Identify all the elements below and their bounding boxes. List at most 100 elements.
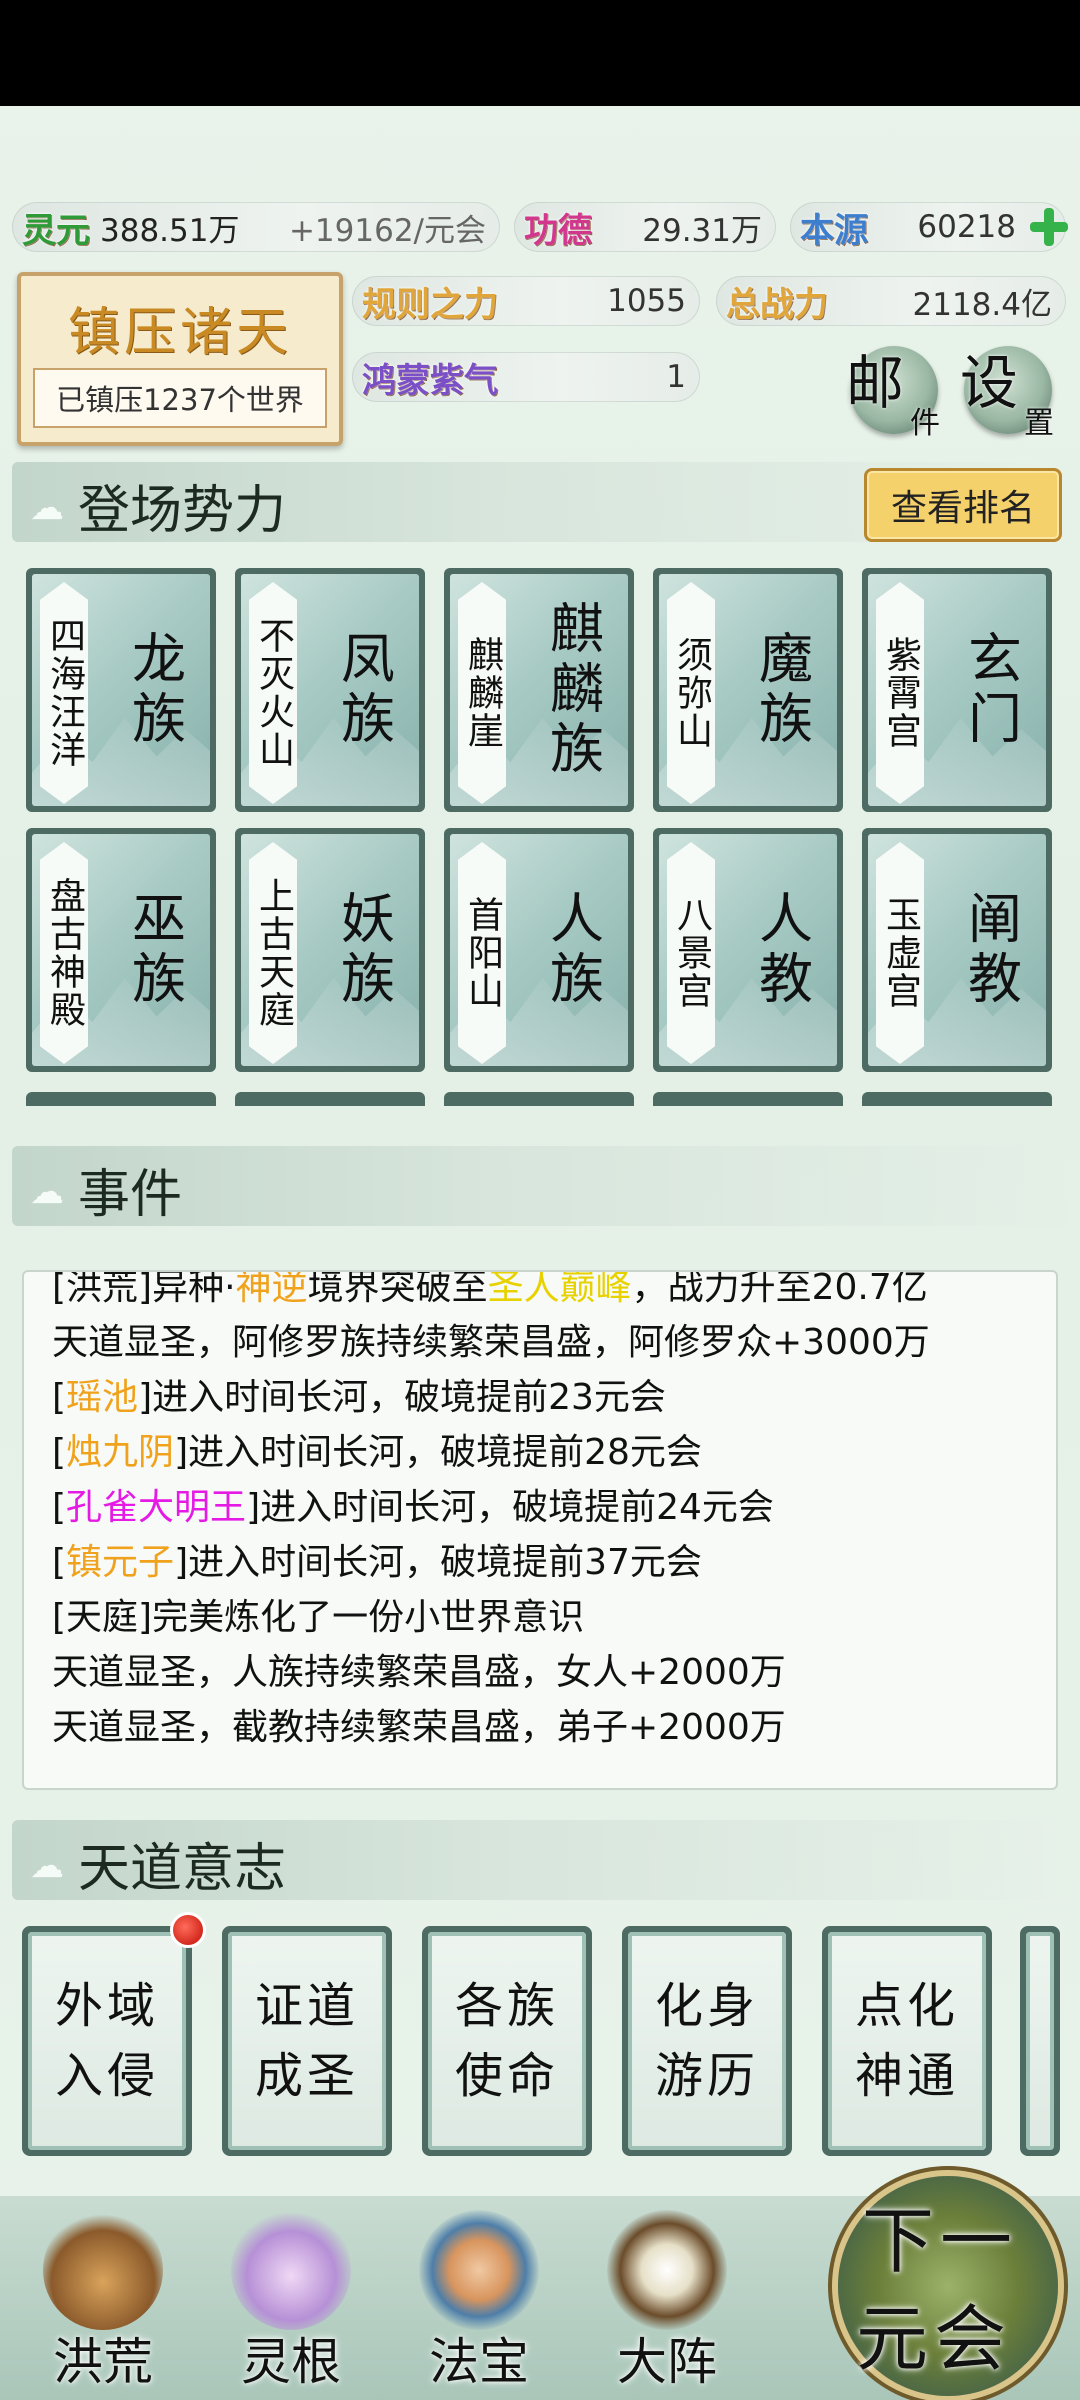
- settings-button[interactable]: 设 置: [960, 346, 1054, 441]
- faction-place: 上古天庭: [253, 877, 294, 1029]
- treasure-icon: [419, 2210, 539, 2330]
- notification-dot: [170, 1912, 206, 1948]
- faction-name: 阐教: [958, 890, 1022, 1010]
- nav-dazhen[interactable]: 大阵: [592, 2200, 742, 2400]
- will-card-partial[interactable]: [1020, 1926, 1060, 2156]
- faction-card[interactable]: 首阳山 人族: [444, 828, 634, 1072]
- will-card-label: 证道成圣: [254, 1978, 359, 2104]
- plaque-title: 镇压诸天: [67, 303, 292, 363]
- will-card-label: 化身游历: [654, 1978, 759, 2104]
- benyuan-value: 60218: [917, 209, 1016, 245]
- faction-card[interactable]: 须弥山 魔族: [653, 568, 843, 812]
- will-header: ☁ 天道意志: [12, 1820, 1072, 1900]
- nav-fabao[interactable]: 法宝: [404, 2200, 554, 2400]
- cloud-icon: ☁: [30, 1846, 64, 1886]
- lotus-icon: [231, 2210, 351, 2330]
- lingyuan-label: 灵元: [22, 210, 90, 251]
- will-title: 天道意志: [78, 1839, 287, 1899]
- gongde-value: 29.31万: [642, 212, 762, 249]
- hongmeng-value: 1: [666, 359, 686, 395]
- event-line: [洪荒]异种·神逆境界突破至圣人巅峰，战力升至20.7亿: [52, 1270, 928, 1308]
- mail-label: 邮: [846, 349, 905, 417]
- benyuan-stat[interactable]: 本源 60218: [790, 202, 1068, 252]
- plaque-subtitle: 已镇压1237个世界: [33, 368, 327, 428]
- lingyuan-rate: +19162/元会: [288, 212, 486, 249]
- mail-sublabel: 件: [910, 406, 940, 441]
- events-title: 事件: [78, 1165, 183, 1225]
- view-ranking-button[interactable]: 查看排名: [864, 468, 1062, 542]
- faction-card[interactable]: 上古天庭 妖族: [235, 828, 425, 1072]
- zongzhanli-value: 2118.4亿: [912, 286, 1052, 323]
- faction-card[interactable]: 盘古神殿 巫族: [26, 828, 216, 1072]
- faction-name: 魔族: [749, 630, 813, 750]
- yinyang-icon: [607, 2210, 727, 2330]
- event-line: [天庭]完美炼化了一份小世界意识: [52, 1597, 585, 1638]
- cloud-icon: ☁: [30, 1172, 64, 1212]
- faction-card[interactable]: 玉虚宫 阐教: [862, 828, 1052, 1072]
- zongzhanli-label: 总战力: [726, 284, 828, 325]
- next-era-label-2: 元会: [856, 2297, 1013, 2381]
- nav-honghuang[interactable]: 洪荒: [28, 2200, 178, 2400]
- guize-label: 规则之力: [362, 284, 498, 325]
- will-card-invasion[interactable]: 外域入侵: [22, 1926, 192, 2156]
- settings-label: 设: [960, 349, 1019, 417]
- event-line: 天道显圣，人族持续繁荣昌盛，女人+2000万: [52, 1652, 786, 1693]
- zongzhanli-stat[interactable]: 总战力 2118.4亿: [716, 276, 1066, 326]
- nav-label: 灵根: [241, 2333, 341, 2391]
- next-era-button[interactable]: 下一 元会: [838, 2176, 1058, 2396]
- faction-card-partial[interactable]: [26, 1092, 216, 1106]
- suppress-plaque[interactable]: 镇压诸天 已镇压1237个世界: [17, 272, 343, 446]
- lingyuan-value: 388.51万: [100, 212, 240, 249]
- faction-place: 不灭火山: [253, 617, 294, 769]
- faction-place: 首阳山: [462, 896, 503, 1010]
- guize-value: 1055: [607, 283, 686, 319]
- will-card-power[interactable]: 点化神通: [822, 1926, 992, 2156]
- faction-card-partial[interactable]: [653, 1092, 843, 1106]
- nav-label: 法宝: [429, 2333, 529, 2391]
- will-card-sainthood[interactable]: 证道成圣: [222, 1926, 392, 2156]
- faction-place: 八景宫: [671, 896, 712, 1010]
- faction-card[interactable]: 不灭火山 凤族: [235, 568, 425, 812]
- faction-name: 凤族: [331, 630, 395, 750]
- faction-card-partial[interactable]: [862, 1092, 1052, 1106]
- faction-name: 麒麟族: [540, 600, 604, 780]
- hongmeng-stat[interactable]: 鸿蒙紫气 1: [352, 352, 700, 402]
- hongmeng-label: 鸿蒙紫气: [362, 360, 498, 401]
- event-line: 天道显圣，阿修罗族持续繁荣昌盛，阿修罗众+3000万: [52, 1322, 930, 1363]
- next-era-label-1: 下一: [862, 2199, 1019, 2283]
- event-line: [瑶池]进入时间长河，破境提前23元会: [52, 1377, 666, 1418]
- settings-sublabel: 置: [1024, 406, 1054, 441]
- faction-card-partial[interactable]: [235, 1092, 425, 1106]
- faction-card[interactable]: 麒麟崖 麒麟族: [444, 568, 634, 812]
- will-card-mission[interactable]: 各族使命: [422, 1926, 592, 2156]
- guize-stat[interactable]: 规则之力 1055: [352, 276, 700, 326]
- lingyuan-stat[interactable]: 灵元 388.51万 +19162/元会: [12, 202, 500, 252]
- faction-name: 妖族: [331, 890, 395, 1010]
- faction-name: 巫族: [122, 890, 186, 1010]
- gongde-stat[interactable]: 功德 29.31万: [514, 202, 776, 252]
- will-card-label: 点化神通: [854, 1978, 959, 2104]
- faction-card[interactable]: 八景宫 人教: [653, 828, 843, 1072]
- faction-card[interactable]: 紫霄宫 玄门: [862, 568, 1052, 812]
- faction-place: 盘古神殿: [44, 877, 85, 1029]
- events-header: ☁ 事件: [12, 1146, 1072, 1226]
- event-line: [烛九阴]进入时间长河，破境提前28元会: [52, 1432, 702, 1473]
- faction-card-partial[interactable]: [444, 1092, 634, 1106]
- faction-name: 玄门: [958, 630, 1022, 750]
- nav-label: 大阵: [617, 2333, 717, 2391]
- will-card-avatar[interactable]: 化身游历: [622, 1926, 792, 2156]
- status-bar: [0, 0, 1080, 106]
- benyuan-label: 本源: [800, 210, 868, 251]
- add-benyuan-button[interactable]: [1026, 204, 1070, 248]
- gongde-label: 功德: [524, 210, 592, 251]
- event-log[interactable]: [洪荒]异种·神逆境界突破至圣人巅峰，战力升至20.7亿 天道显圣，阿修罗族持续…: [22, 1270, 1058, 1790]
- faction-name: 人族: [540, 890, 604, 1010]
- faction-card[interactable]: 四海汪洋 龙族: [26, 568, 216, 812]
- mail-button[interactable]: 邮 件: [846, 346, 940, 441]
- faction-name: 龙族: [122, 630, 186, 750]
- nav-linggen[interactable]: 灵根: [216, 2200, 366, 2400]
- faction-place: 麒麟崖: [462, 636, 503, 750]
- will-card-label: 各族使命: [454, 1978, 559, 2104]
- faction-place: 四海汪洋: [44, 617, 85, 769]
- event-line: [镇元子]进入时间长河，破境提前37元会: [52, 1542, 702, 1583]
